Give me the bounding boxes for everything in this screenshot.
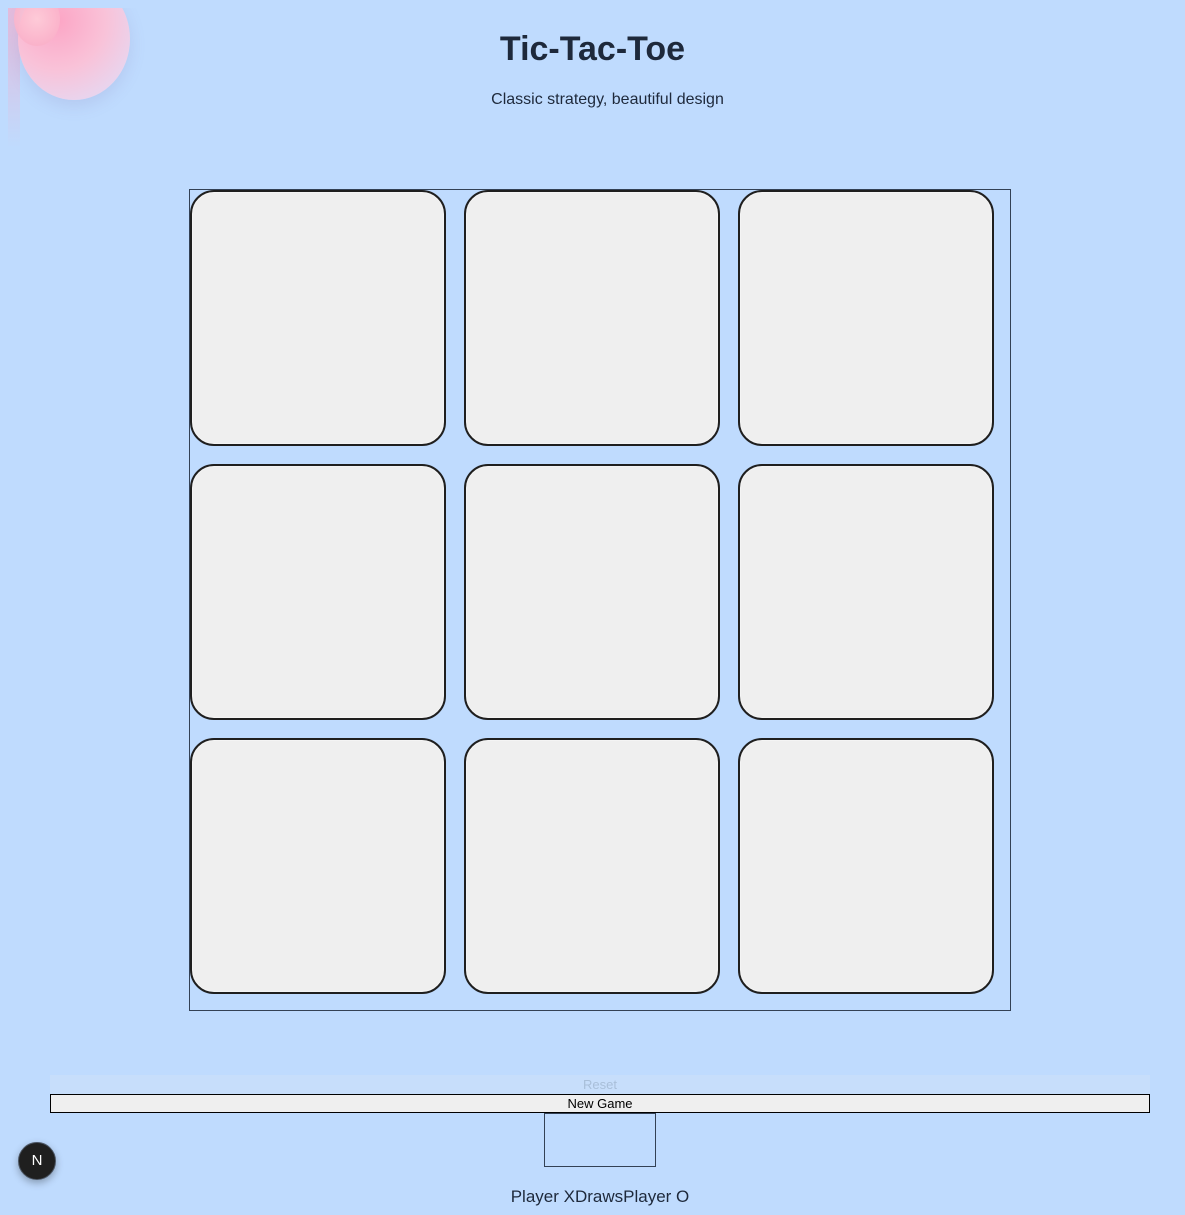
score-player-o-label: Player O — [623, 1187, 690, 1206]
game-board — [189, 189, 1011, 1011]
score-draws-label: Draws — [574, 1187, 624, 1206]
next-dev-badge-letter: N — [31, 1152, 43, 1169]
reset-button[interactable]: Reset — [50, 1075, 1150, 1094]
page-title: Tic-Tac-Toe — [499, 30, 686, 68]
scoreboard: Player XDrawsPlayer O — [0, 1187, 1185, 1207]
page-subtitle: Classic strategy, beautiful design — [491, 91, 724, 108]
status-panel — [544, 1113, 656, 1167]
new-game-button[interactable]: New Game — [50, 1094, 1150, 1113]
board-cell-9[interactable] — [738, 738, 994, 994]
board-cell-6[interactable] — [738, 464, 994, 720]
board-cell-8[interactable] — [464, 738, 720, 994]
board-cell-1[interactable] — [190, 190, 446, 446]
decorative-fade — [8, 8, 20, 148]
board-cell-7[interactable] — [190, 738, 446, 994]
score-player-x-label: Player X — [510, 1187, 575, 1206]
board-cell-4[interactable] — [190, 464, 446, 720]
board-cell-3[interactable] — [738, 190, 994, 446]
decorative-bubbles — [8, 8, 168, 148]
board-cell-5[interactable] — [464, 464, 720, 720]
board-cell-2[interactable] — [464, 190, 720, 446]
next-dev-badge[interactable]: N — [18, 1142, 56, 1180]
